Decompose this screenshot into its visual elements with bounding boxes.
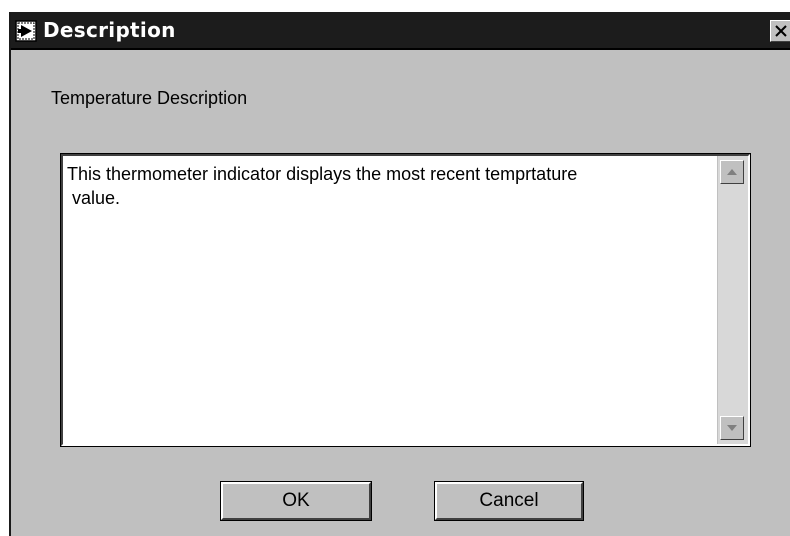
app-icon — [15, 20, 37, 42]
description-textarea[interactable]: This thermometer indicator displays the … — [60, 153, 751, 447]
description-label: Temperature Description — [51, 88, 248, 108]
description-dialog: Description Temperature Description This… — [9, 12, 790, 536]
arrow-down-icon — [727, 425, 737, 431]
scroll-up-button[interactable] — [720, 160, 744, 184]
cancel-button[interactable]: Cancel — [434, 481, 584, 521]
ok-button[interactable]: OK — [220, 481, 372, 521]
arrow-up-icon — [727, 169, 737, 175]
close-icon — [775, 25, 787, 37]
close-button[interactable] — [770, 20, 790, 42]
vertical-scrollbar[interactable] — [717, 156, 748, 444]
window-title: Description — [43, 18, 176, 42]
description-text[interactable]: This thermometer indicator displays the … — [67, 162, 707, 210]
title-bar[interactable]: Description — [11, 12, 790, 50]
scroll-down-button[interactable] — [720, 416, 744, 440]
